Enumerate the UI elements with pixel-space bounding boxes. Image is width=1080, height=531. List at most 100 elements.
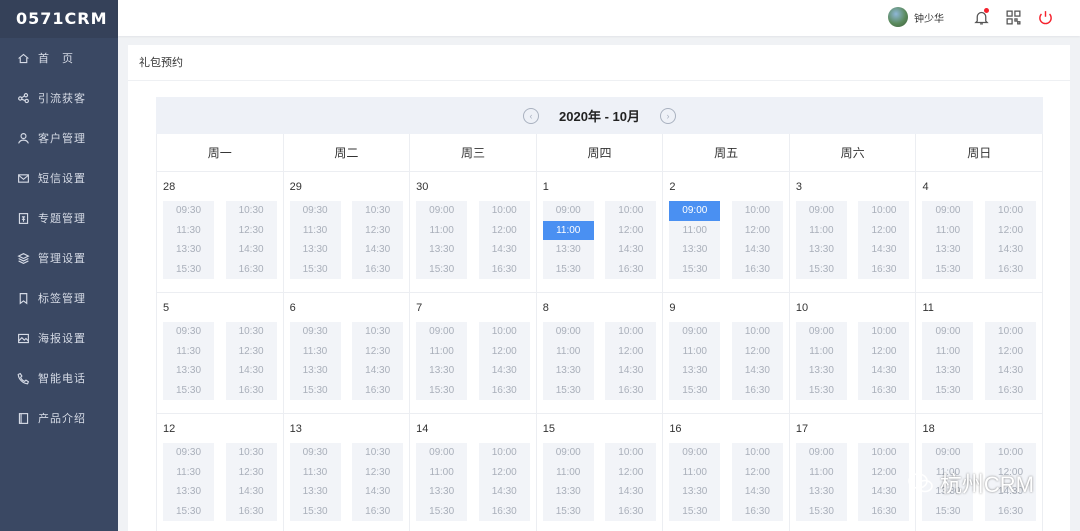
time-slot[interactable]: 14:30 — [858, 482, 909, 502]
time-slot[interactable]: 10:00 — [858, 322, 909, 342]
time-slot[interactable]: 13:30 — [543, 482, 594, 502]
time-slot[interactable]: 14:30 — [226, 240, 277, 260]
time-slot[interactable]: 09:30 — [290, 201, 341, 221]
time-slot[interactable]: 11:00 — [922, 342, 973, 362]
time-slot[interactable]: 16:30 — [605, 381, 656, 401]
time-slot[interactable]: 14:30 — [605, 240, 656, 260]
time-slot[interactable]: 10:30 — [226, 322, 277, 342]
time-slot[interactable]: 12:00 — [605, 342, 656, 362]
time-slot[interactable]: 13:30 — [796, 482, 847, 502]
time-slot[interactable]: 12:30 — [226, 221, 277, 241]
time-slot[interactable]: 13:30 — [543, 361, 594, 381]
time-slot[interactable]: 10:30 — [226, 443, 277, 463]
time-slot[interactable]: 15:30 — [416, 502, 467, 522]
time-slot[interactable]: 13:30 — [416, 240, 467, 260]
sidebar-item-4[interactable]: 短信设置 — [0, 158, 118, 198]
time-slot[interactable]: 09:00 — [796, 443, 847, 463]
time-slot[interactable]: 12:00 — [732, 221, 783, 241]
time-slot[interactable]: 12:00 — [479, 342, 530, 362]
time-slot[interactable]: 16:30 — [352, 260, 403, 280]
time-slot[interactable]: 15:30 — [543, 502, 594, 522]
time-slot[interactable]: 09:00 — [669, 443, 720, 463]
time-slot[interactable]: 09:30 — [163, 443, 214, 463]
time-slot[interactable]: 11:00 — [543, 463, 594, 483]
time-slot[interactable]: 16:30 — [226, 381, 277, 401]
time-slot[interactable]: 09:30 — [290, 443, 341, 463]
time-slot[interactable]: 16:30 — [352, 381, 403, 401]
time-slot[interactable]: 09:00 — [922, 322, 973, 342]
prev-month-button[interactable]: ‹ — [523, 107, 540, 124]
sidebar-item-8[interactable]: 海报设置 — [0, 318, 118, 358]
time-slot[interactable]: 14:30 — [605, 482, 656, 502]
time-slot[interactable]: 10:00 — [479, 322, 530, 342]
time-slot[interactable]: 14:30 — [985, 361, 1036, 381]
time-slot[interactable]: 10:00 — [605, 201, 656, 221]
sidebar-item-5[interactable]: 专题管理 — [0, 198, 118, 238]
time-slot[interactable]: 12:00 — [732, 342, 783, 362]
time-slot[interactable]: 11:30 — [163, 342, 214, 362]
time-slot[interactable]: 14:30 — [985, 240, 1036, 260]
time-slot[interactable]: 12:30 — [226, 463, 277, 483]
time-slot[interactable]: 16:30 — [226, 502, 277, 522]
time-slot[interactable]: 11:00 — [416, 342, 467, 362]
time-slot[interactable]: 15:30 — [796, 381, 847, 401]
next-month-button[interactable]: › — [659, 107, 676, 124]
time-slot[interactable]: 15:30 — [290, 502, 341, 522]
time-slot[interactable]: 10:00 — [732, 201, 783, 221]
time-slot[interactable]: 09:00 — [796, 322, 847, 342]
time-slot[interactable]: 11:30 — [290, 342, 341, 362]
time-slot[interactable]: 14:30 — [858, 240, 909, 260]
sidebar-item-10[interactable]: 产品介绍 — [0, 398, 118, 438]
time-slot[interactable]: 09:30 — [290, 322, 341, 342]
time-slot[interactable]: 15:30 — [543, 260, 594, 280]
time-slot[interactable]: 09:00 — [543, 322, 594, 342]
time-slot[interactable]: 10:00 — [479, 443, 530, 463]
time-slot[interactable]: 11:00 — [796, 342, 847, 362]
time-slot[interactable]: 10:00 — [479, 201, 530, 221]
time-slot[interactable]: 14:30 — [352, 482, 403, 502]
time-slot[interactable]: 12:00 — [985, 221, 1036, 241]
time-slot[interactable]: 11:00 — [416, 463, 467, 483]
time-slot[interactable]: 13:30 — [163, 361, 214, 381]
time-slot[interactable]: 10:30 — [226, 201, 277, 221]
time-slot[interactable]: 16:30 — [732, 502, 783, 522]
time-slot[interactable]: 13:30 — [669, 240, 720, 260]
time-slot[interactable]: 15:30 — [416, 381, 467, 401]
time-slot[interactable]: 16:30 — [352, 502, 403, 522]
time-slot[interactable]: 15:30 — [922, 260, 973, 280]
time-slot[interactable]: 16:30 — [985, 502, 1036, 522]
time-slot[interactable]: 12:00 — [732, 463, 783, 483]
sidebar-item-3[interactable]: 客户管理 — [0, 118, 118, 158]
time-slot[interactable]: 14:30 — [226, 361, 277, 381]
time-slot[interactable]: 11:30 — [163, 221, 214, 241]
time-slot[interactable]: 15:30 — [163, 502, 214, 522]
time-slot[interactable]: 09:00 — [416, 201, 467, 221]
time-slot[interactable]: 14:30 — [352, 361, 403, 381]
time-slot[interactable]: 14:30 — [226, 482, 277, 502]
time-slot[interactable]: 10:00 — [732, 322, 783, 342]
time-slot[interactable]: 16:30 — [479, 381, 530, 401]
time-slot[interactable]: 11:00 — [796, 463, 847, 483]
time-slot[interactable]: 16:30 — [605, 260, 656, 280]
time-slot[interactable]: 09:00 — [669, 201, 721, 221]
sidebar-item-7[interactable]: 标签管理 — [0, 278, 118, 318]
time-slot[interactable]: 11:00 — [543, 342, 594, 362]
time-slot[interactable]: 16:30 — [858, 381, 909, 401]
time-slot[interactable]: 13:30 — [796, 361, 847, 381]
app-logo[interactable]: 0571CRM — [0, 0, 118, 38]
time-slot[interactable]: 13:30 — [163, 482, 214, 502]
time-slot[interactable]: 15:30 — [543, 381, 594, 401]
time-slot[interactable]: 13:30 — [922, 361, 973, 381]
time-slot[interactable]: 15:30 — [796, 502, 847, 522]
time-slot[interactable]: 09:30 — [163, 322, 214, 342]
time-slot[interactable]: 13:30 — [290, 482, 341, 502]
time-slot[interactable]: 16:30 — [479, 502, 530, 522]
time-slot[interactable]: 09:00 — [543, 443, 594, 463]
time-slot[interactable]: 15:30 — [669, 502, 720, 522]
time-slot[interactable]: 13:30 — [416, 361, 467, 381]
time-slot[interactable]: 12:00 — [985, 342, 1036, 362]
time-slot[interactable]: 14:30 — [732, 482, 783, 502]
time-slot[interactable]: 14:30 — [352, 240, 403, 260]
time-slot[interactable]: 10:00 — [985, 201, 1036, 221]
time-slot[interactable]: 11:30 — [290, 463, 341, 483]
